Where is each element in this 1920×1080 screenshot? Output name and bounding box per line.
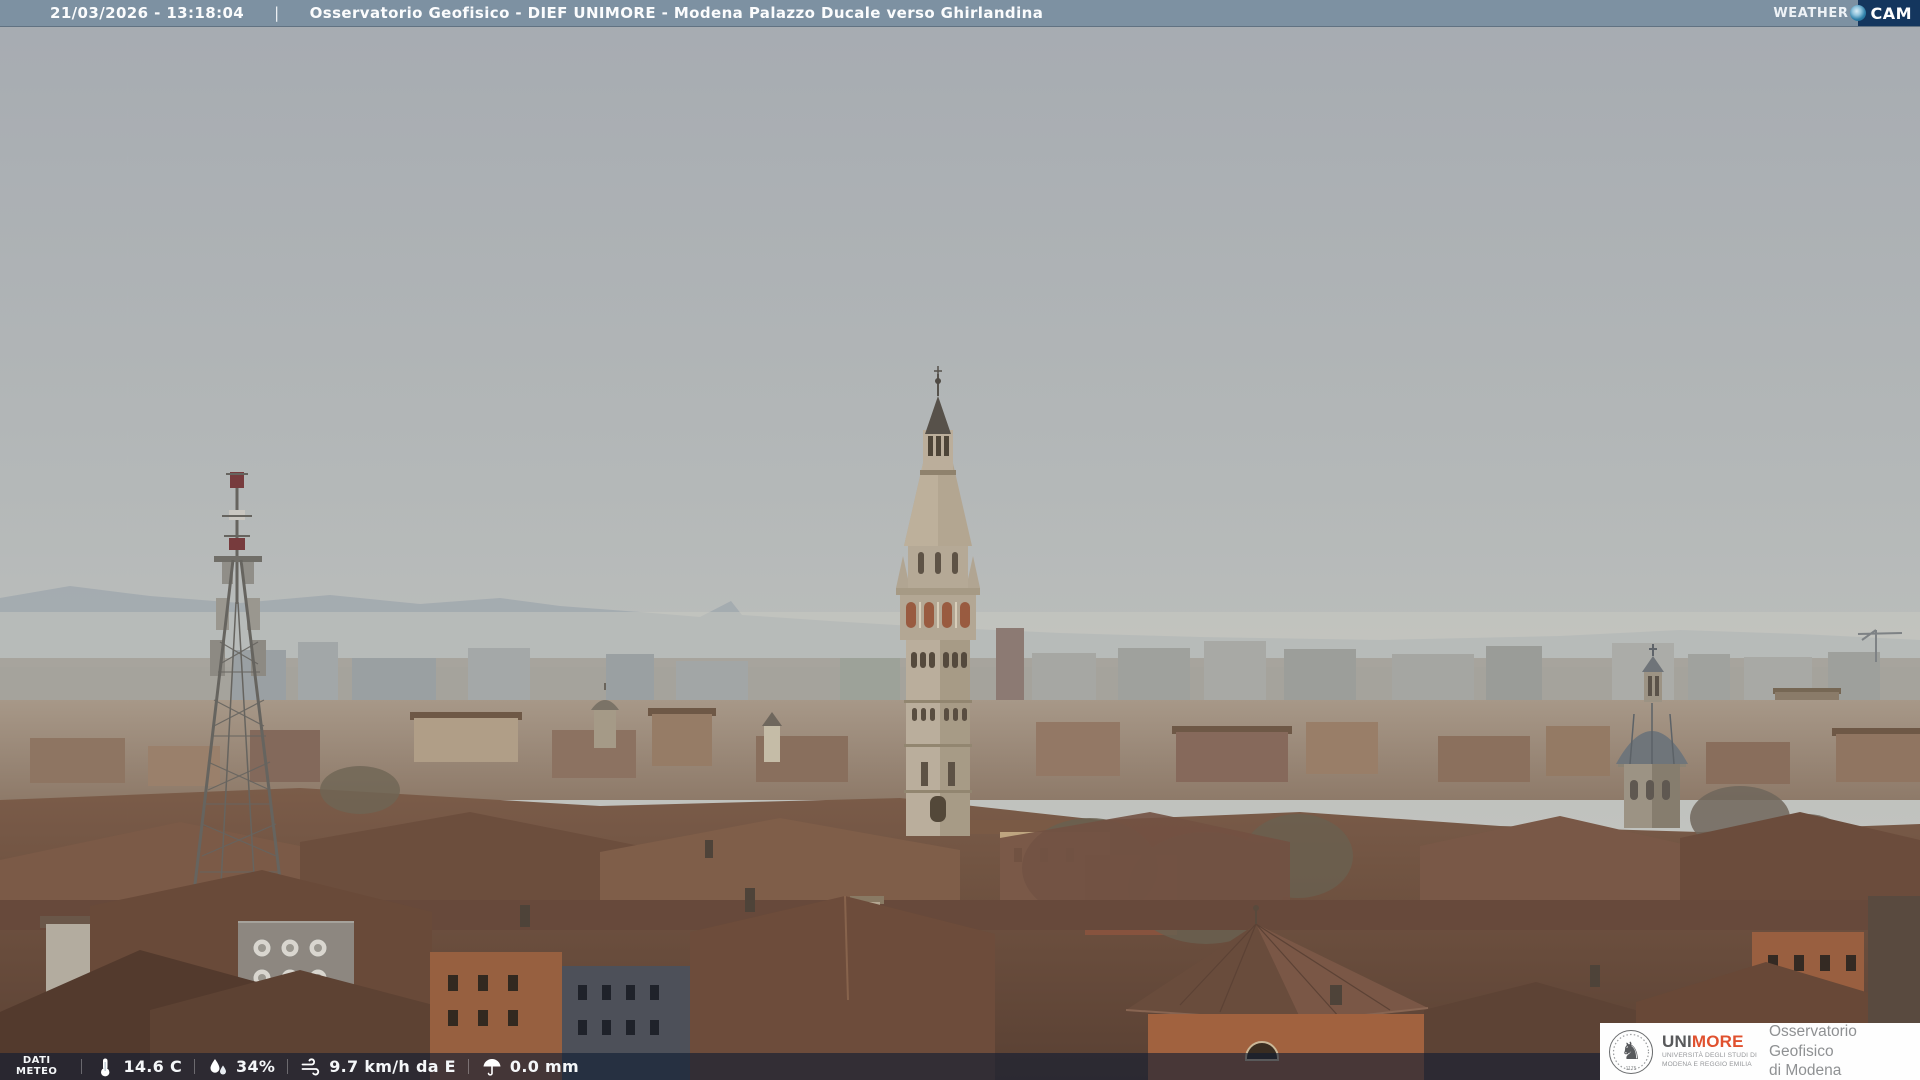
unimore-name-uni: UNI — [1662, 1032, 1692, 1052]
unimore-brand-box: ♞ 1175 UNIMORE UNIVERSITÀ DEGLI STUDI DI… — [1600, 1023, 1920, 1080]
umbrella-icon — [481, 1056, 503, 1078]
humidity-icon — [207, 1056, 229, 1078]
divider — [467, 1059, 469, 1074]
weathercam-cam-badge: CAM — [1850, 0, 1920, 26]
temperature-group: 14.6 C — [94, 1056, 182, 1078]
wind-group: 9.7 km/h da E — [300, 1056, 456, 1078]
unimore-wordmark: UNIMORE UNIVERSITÀ DEGLI STUDI DI MODENA… — [1662, 1033, 1757, 1069]
thermometer-icon — [94, 1056, 116, 1078]
camera-lens-icon — [1850, 5, 1867, 21]
crest-year: 1175 — [1626, 1066, 1637, 1072]
top-info-bar: 21/03/2026 - 13:18:04 | Osservatorio Geo… — [0, 0, 1920, 27]
unimore-subtitle: UNIVERSITÀ DEGLI STUDI DI MODENA E REGGI… — [1662, 1052, 1757, 1069]
precipitation-group: 0.0 mm — [481, 1056, 579, 1078]
webcam-frame: 21/03/2026 - 13:18:04 | Osservatorio Geo… — [0, 0, 1920, 1080]
unimore-subtitle-line1: UNIVERSITÀ DEGLI STUDI DI — [1662, 1052, 1757, 1060]
crest-knight-glyph: ♞ — [1620, 1038, 1642, 1065]
header-separator: | — [274, 4, 280, 22]
divider — [194, 1059, 196, 1074]
weather-label-line1: DATI — [22, 1054, 51, 1066]
temperature-value: 14.6 C — [123, 1057, 183, 1076]
observatory-name-line1: Osservatorio Geofisico — [1768, 1023, 1857, 1060]
humidity-group: 34% — [207, 1056, 275, 1078]
weather-data-label: DATI METEO — [16, 1054, 58, 1078]
weather-label-line2: METEO — [16, 1065, 58, 1077]
wind-icon — [300, 1056, 322, 1078]
precipitation-value: 0.0 mm — [509, 1057, 579, 1076]
weathercam-cam-text: CAM — [1870, 3, 1912, 23]
webcam-photo — [0, 0, 1920, 1080]
divider — [81, 1059, 83, 1074]
unimore-name: UNIMORE — [1662, 1033, 1757, 1050]
weathercam-logo: WEATHER CAM — [1773, 0, 1920, 26]
weathercam-weather-text: WEATHER — [1773, 5, 1849, 21]
unimore-subtitle-line2: MODENA E REGGIO EMILIA — [1662, 1061, 1752, 1068]
unimore-name-more: MORE — [1691, 1032, 1744, 1052]
observatory-name-line2: di Modena — [1768, 1062, 1842, 1080]
divider — [287, 1059, 289, 1074]
camera-title: Osservatorio Geofisico - DIEF UNIMORE - … — [309, 4, 1044, 22]
humidity-value: 34% — [236, 1057, 276, 1076]
observatory-name: Osservatorio Geofisico di Modena — [1769, 1022, 1912, 1080]
timestamp: 21/03/2026 - 13:18:04 — [50, 4, 245, 22]
unimore-crest-icon: ♞ 1175 — [1609, 1029, 1653, 1074]
wind-value: 9.7 km/h da E — [329, 1057, 456, 1076]
